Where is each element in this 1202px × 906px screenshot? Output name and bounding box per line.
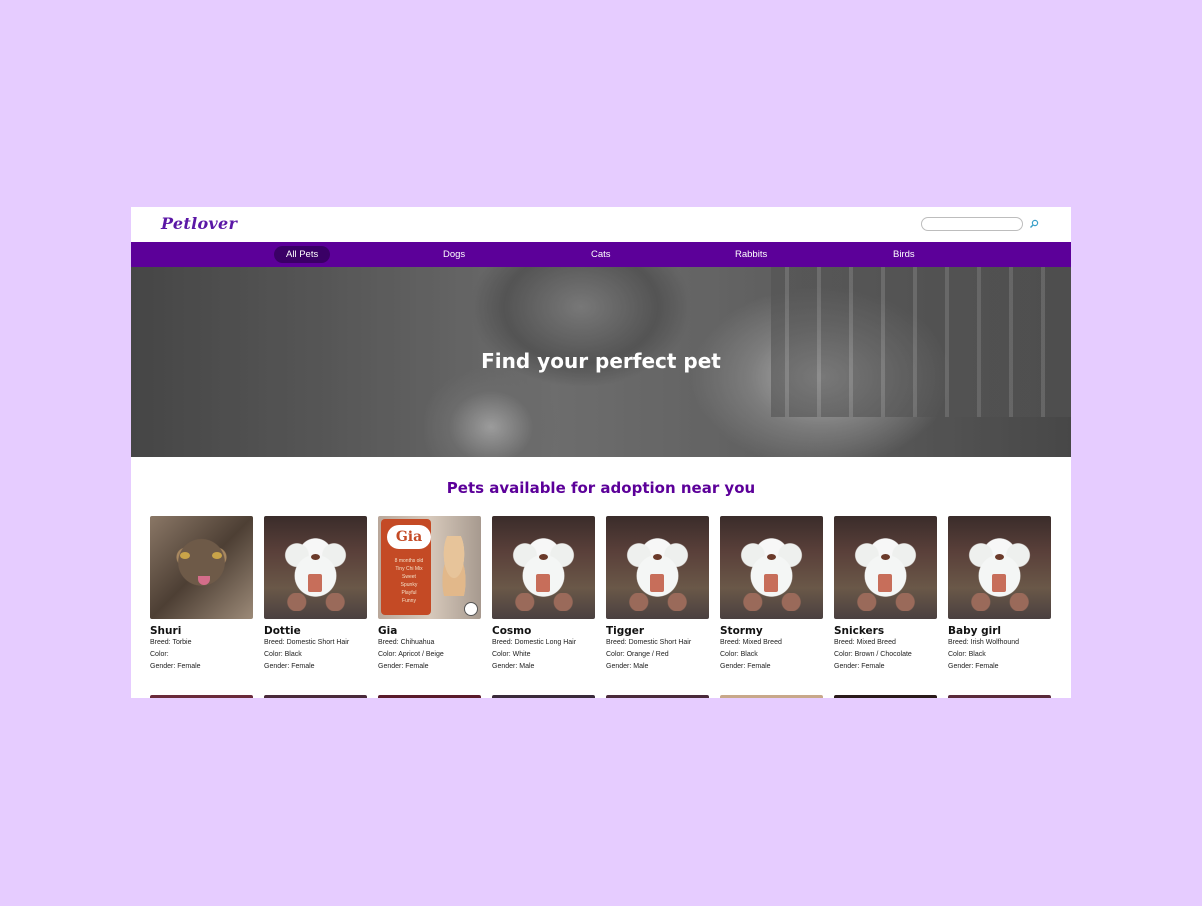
teddy-feet	[628, 593, 688, 611]
teddy-nose	[539, 554, 548, 560]
pet-photo[interactable]	[720, 516, 823, 619]
next-row-card[interactable]	[606, 695, 709, 698]
pet-name[interactable]: Baby girl	[948, 625, 1051, 637]
pet-color: Color: Black	[948, 651, 986, 658]
search-icon[interactable]	[1029, 219, 1039, 229]
pet-photo[interactable]	[264, 516, 367, 619]
pet-breed: Breed: Domestic Short Hair	[606, 639, 692, 646]
pet-photo[interactable]	[948, 516, 1051, 619]
pet-breed: Breed: Chihuahua	[378, 639, 435, 646]
gia-sign: Gia 8 months old Tiny Chi Mix Sweet Spun…	[381, 519, 431, 615]
cat-eye	[212, 552, 222, 559]
pet-gender: Gender: Female	[948, 663, 999, 670]
nav-item-dogs[interactable]: Dogs	[431, 246, 477, 263]
gia-sign-text: 8 months old Tiny Chi Mix Sweet Spunky P…	[394, 558, 424, 604]
pet-card-dottie[interactable]: Dottie Breed: Domestic Short Hair Color:…	[264, 516, 367, 673]
teddy-nose	[995, 554, 1004, 560]
pet-photo[interactable]	[606, 516, 709, 619]
teddy-nose	[653, 554, 662, 560]
gia-sign-heading: Gia	[387, 525, 431, 549]
nav-item-rabbits[interactable]: Rabbits	[723, 246, 779, 263]
pet-color: Color:	[150, 651, 169, 658]
pet-name[interactable]: Snickers	[834, 625, 937, 637]
pet-name[interactable]: Shuri	[150, 625, 253, 637]
next-row-card[interactable]	[378, 695, 481, 698]
teddy-feet	[856, 593, 916, 611]
cat-tongue	[198, 576, 210, 585]
search-bar	[921, 217, 1039, 231]
pet-card-cosmo[interactable]: Cosmo Breed: Domestic Long Hair Color: W…	[492, 516, 595, 673]
hero-title: Find your perfect pet	[481, 349, 721, 373]
teddy-feet	[286, 593, 346, 611]
pet-name[interactable]: Cosmo	[492, 625, 595, 637]
cat-eye	[180, 552, 190, 559]
teddy-ribbon	[536, 574, 550, 592]
browser-page: Petlover All Pets Dogs Cats Rabbits Bird…	[131, 207, 1071, 698]
next-row-card[interactable]	[720, 695, 823, 698]
pet-breed: Breed: Mixed Breed	[720, 639, 782, 646]
teddy-nose	[881, 554, 890, 560]
teddy-nose	[767, 554, 776, 560]
category-nav: All Pets Dogs Cats Rabbits Birds	[131, 242, 1071, 267]
pet-gender: Gender: Female	[834, 663, 885, 670]
next-row-card[interactable]	[150, 695, 253, 698]
pet-card-shuri[interactable]: Shuri Breed: Torbie Color: Gender: Femal…	[150, 516, 253, 673]
teddy-ribbon	[992, 574, 1006, 592]
pet-gender: Gender: Female	[378, 663, 429, 670]
hero-banner: Find your perfect pet	[131, 267, 1071, 457]
pet-color: Color: White	[492, 651, 531, 658]
next-row-card[interactable]	[264, 695, 367, 698]
dog-figure	[436, 536, 472, 596]
teddy-ribbon	[764, 574, 778, 592]
section-title: Pets available for adoption near you	[446, 479, 756, 497]
pet-color: Color: Brown / Chocolate	[834, 651, 912, 658]
pet-photo[interactable]	[492, 516, 595, 619]
pet-gender: Gender: Male	[492, 663, 535, 670]
next-row-card[interactable]	[834, 695, 937, 698]
nav-item-all-pets[interactable]: All Pets	[274, 246, 331, 263]
pet-breed: Breed: Domestic Short Hair	[264, 639, 350, 646]
badge-icon	[464, 602, 478, 616]
pet-color: Color: Orange / Red	[606, 651, 669, 658]
pet-name[interactable]: Stormy	[720, 625, 823, 637]
pet-gender: Gender: Female	[720, 663, 771, 670]
pet-card-tigger[interactable]: Tigger Breed: Domestic Short Hair Color:…	[606, 516, 709, 673]
teddy-feet	[514, 593, 574, 611]
pet-breed: Breed: Torbie	[150, 639, 192, 646]
pet-color: Color: Apricot / Beige	[378, 651, 444, 658]
teddy-ribbon	[308, 574, 322, 592]
top-bar: Petlover	[131, 207, 1071, 242]
teddy-feet	[742, 593, 802, 611]
pet-name[interactable]: Dottie	[264, 625, 367, 637]
nav-item-cats[interactable]: Cats	[579, 246, 623, 263]
pet-gender: Gender: Male	[606, 663, 649, 670]
site-logo[interactable]: Petlover	[161, 214, 237, 233]
teddy-nose	[311, 554, 320, 560]
pet-photo[interactable]: Gia 8 months old Tiny Chi Mix Sweet Spun…	[378, 516, 481, 619]
next-row-card[interactable]	[948, 695, 1051, 698]
pet-photo[interactable]	[834, 516, 937, 619]
nav-item-birds[interactable]: Birds	[881, 246, 927, 263]
pet-photo[interactable]	[150, 516, 253, 619]
pet-card-gia[interactable]: Gia 8 months old Tiny Chi Mix Sweet Spun…	[378, 516, 481, 673]
teddy-ribbon	[650, 574, 664, 592]
pet-breed: Breed: Irish Wolfhound	[948, 639, 1020, 646]
pet-card-snickers[interactable]: Snickers Breed: Mixed Breed Color: Brown…	[834, 516, 937, 673]
pet-card-stormy[interactable]: Stormy Breed: Mixed Breed Color: Black G…	[720, 516, 823, 673]
next-row-card[interactable]	[492, 695, 595, 698]
pet-color: Color: Black	[720, 651, 758, 658]
search-input[interactable]	[921, 217, 1023, 231]
pet-gender: Gender: Female	[150, 663, 201, 670]
pet-color: Color: Black	[264, 651, 302, 658]
pet-breed: Breed: Domestic Long Hair	[492, 639, 577, 646]
teddy-feet	[970, 593, 1030, 611]
pet-name[interactable]: Tigger	[606, 625, 709, 637]
pet-name[interactable]: Gia	[378, 625, 481, 637]
pet-breed: Breed: Mixed Breed	[834, 639, 896, 646]
pet-card-baby-girl[interactable]: Baby girl Breed: Irish Wolfhound Color: …	[948, 516, 1051, 673]
teddy-ribbon	[878, 574, 892, 592]
pet-gender: Gender: Female	[264, 663, 315, 670]
